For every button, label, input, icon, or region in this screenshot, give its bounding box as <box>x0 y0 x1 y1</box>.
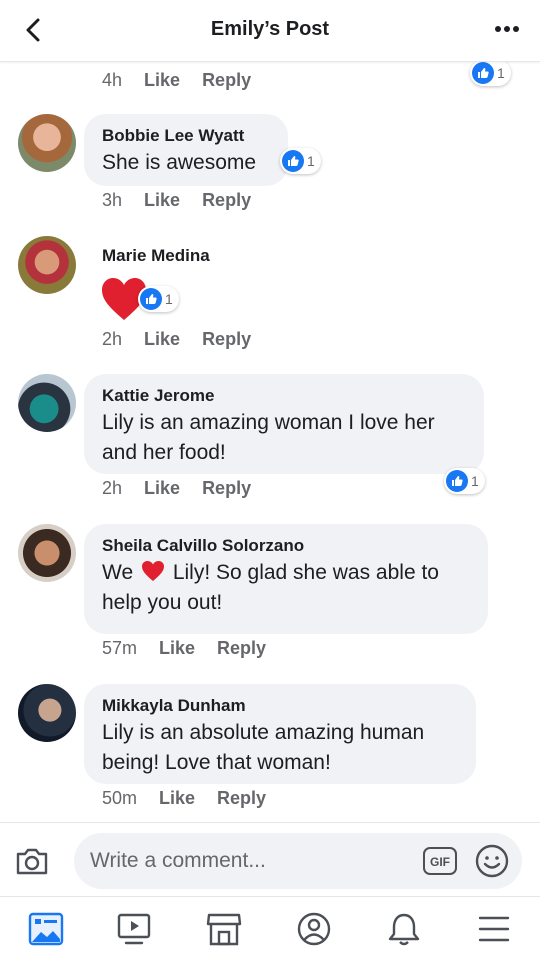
reply-button[interactable]: Reply <box>217 638 266 659</box>
reaction-badge[interactable]: 1 <box>444 468 485 494</box>
news-feed-icon <box>28 912 64 946</box>
comment-meta: 3h Like Reply <box>102 190 251 211</box>
comment-bubble: Sheila Calvillo Solorzano We Lily! So gl… <box>84 524 488 634</box>
gif-button[interactable]: GIF <box>422 845 458 877</box>
emoji-button[interactable] <box>474 843 510 879</box>
heart-emoji-icon <box>141 561 164 581</box>
more-button[interactable] <box>492 17 522 41</box>
like-reaction-icon <box>472 62 494 84</box>
comment-time: 57m <box>102 638 138 658</box>
comment-text: Lily is an amazing woman I love her and … <box>102 411 435 464</box>
reply-button[interactable]: Reply <box>202 329 251 350</box>
comment-bubble: Mikkayla Dunham Lily is an absolute amaz… <box>84 684 476 784</box>
comment-bubble: Bobbie Lee Wyatt She is awesome <box>84 114 288 186</box>
comment-author[interactable]: Kattie Jerome <box>102 384 466 408</box>
reaction-count: 1 <box>165 291 173 307</box>
tab-news-feed[interactable] <box>26 911 66 947</box>
comment-author[interactable]: Sheila Calvillo Solorzano <box>102 534 470 558</box>
gif-label: GIF <box>430 855 450 869</box>
like-button[interactable]: Like <box>144 329 180 350</box>
reaction-badge[interactable]: 1 <box>470 62 511 86</box>
comment-author[interactable]: Mikkayla Dunham <box>102 694 458 718</box>
avatar[interactable] <box>18 684 76 742</box>
more-icon <box>495 26 519 32</box>
menu-icon <box>478 916 510 942</box>
comment-meta: 4h Like Reply <box>102 70 251 91</box>
reaction-count: 1 <box>497 65 505 81</box>
comment-time: 3h <box>102 190 123 210</box>
like-button[interactable]: Like <box>159 638 195 659</box>
comment-placeholder: Write a comment... <box>90 849 266 872</box>
like-reaction-icon <box>446 470 468 492</box>
like-reaction-icon <box>282 150 304 172</box>
camera-icon <box>16 848 48 875</box>
comment-time: 4h <box>102 70 123 90</box>
reaction-count: 1 <box>307 153 315 169</box>
avatar[interactable] <box>18 524 76 582</box>
comment-meta: 50m Like Reply <box>102 788 266 809</box>
like-button[interactable]: Like <box>144 478 180 499</box>
comment-composer: Write a comment... GIF <box>0 822 540 896</box>
comment-meta: 57m Like Reply <box>102 638 266 659</box>
tab-marketplace[interactable] <box>204 911 244 947</box>
gif-icon: GIF <box>423 847 457 875</box>
comment-text: She is awesome <box>102 151 257 174</box>
like-button[interactable]: Like <box>144 70 180 91</box>
comments-feed[interactable]: 4h Like Reply 1 Bobbie Lee Wyatt She is … <box>0 62 540 822</box>
comment-text: We Lily! So glad she was able to help yo… <box>102 558 470 618</box>
bottom-tab-bar <box>0 896 540 960</box>
reaction-badge[interactable]: 1 <box>280 148 321 174</box>
like-reaction-icon <box>140 288 162 310</box>
tab-notifications[interactable] <box>384 911 424 947</box>
profile-icon <box>297 912 331 946</box>
tab-profile[interactable] <box>294 911 334 947</box>
tab-watch[interactable] <box>114 911 154 947</box>
avatar[interactable] <box>18 114 76 172</box>
avatar[interactable] <box>18 374 76 432</box>
page-title: Emily’s Post <box>210 18 330 40</box>
comment-time: 2h <box>102 478 123 498</box>
reply-button[interactable]: Reply <box>202 190 251 211</box>
comment-meta: 2h Like Reply <box>102 329 251 350</box>
like-button[interactable]: Like <box>159 788 195 809</box>
comment-bubble: Kattie Jerome Lily is an amazing woman I… <box>84 374 484 474</box>
comment-text-part: We <box>102 561 134 584</box>
comment-meta: 2h Like Reply <box>102 478 251 499</box>
tab-menu[interactable] <box>474 911 514 947</box>
comment-author[interactable]: Marie Medina <box>102 244 210 268</box>
header: Emily’s Post <box>0 0 540 62</box>
comment-author[interactable]: Bobbie Lee Wyatt <box>102 124 270 148</box>
comment-text: Lily is an absolute amazing human being!… <box>102 721 425 774</box>
reply-button[interactable]: Reply <box>202 478 251 499</box>
marketplace-icon <box>206 913 242 946</box>
avatar[interactable] <box>18 236 76 294</box>
notifications-icon <box>388 913 420 946</box>
reply-button[interactable]: Reply <box>202 70 251 91</box>
emoji-icon <box>475 844 509 878</box>
reaction-count: 1 <box>471 473 479 489</box>
comment-time: 2h <box>102 329 123 349</box>
comment-time: 50m <box>102 788 138 808</box>
reaction-badge[interactable]: 1 <box>138 286 179 312</box>
reply-button[interactable]: Reply <box>217 788 266 809</box>
like-button[interactable]: Like <box>144 190 180 211</box>
watch-icon <box>117 913 151 945</box>
camera-button[interactable] <box>14 843 50 879</box>
